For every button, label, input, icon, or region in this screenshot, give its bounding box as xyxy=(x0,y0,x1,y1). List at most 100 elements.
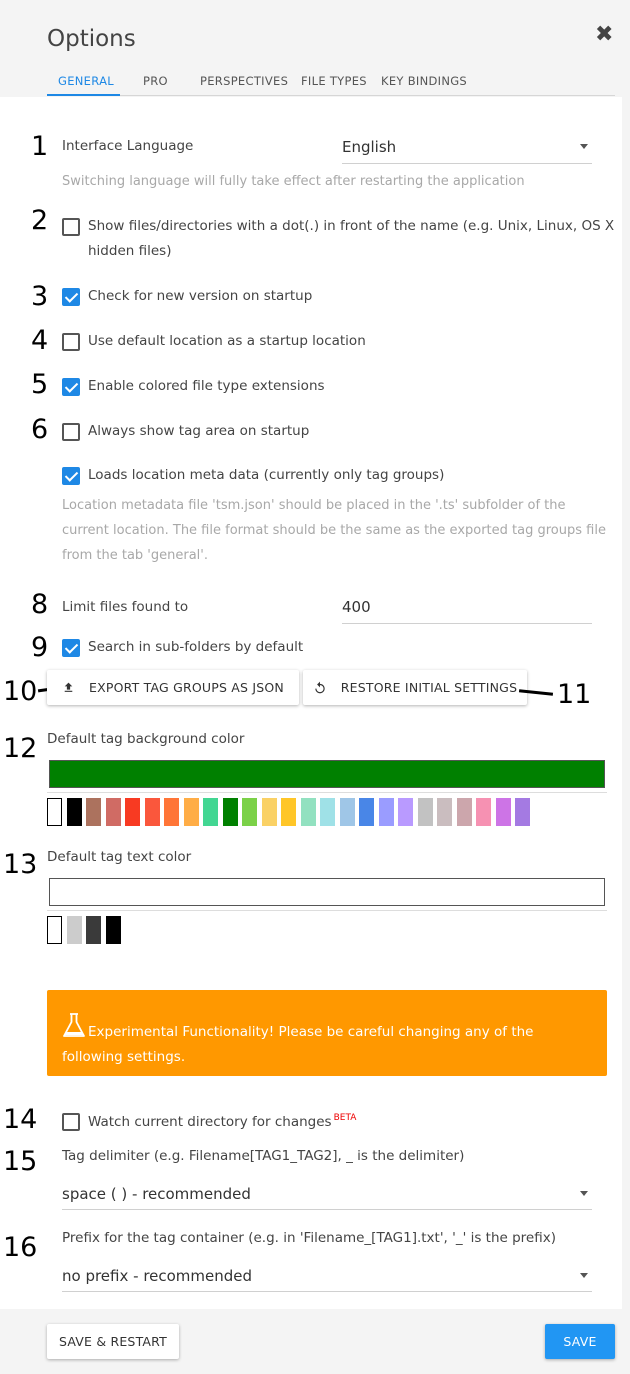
dropdown-arrow-icon xyxy=(580,1273,588,1278)
limit-files-label: Limit files found to xyxy=(62,599,189,615)
tag-bg-color-label: Default tag background color xyxy=(47,731,245,747)
check-version-checkbox[interactable] xyxy=(62,288,80,306)
colored-ext-label: Enable colored file type extensions xyxy=(88,378,325,394)
annotation-number: 8 xyxy=(31,589,49,620)
color-swatch[interactable] xyxy=(47,916,62,944)
annotation-number: 15 xyxy=(3,1146,38,1177)
tab-file-types[interactable]: FILE TYPES xyxy=(301,74,367,88)
export-button-label: EXPORT TAG GROUPS AS JSON xyxy=(89,680,284,695)
annotation-number: 4 xyxy=(31,325,49,356)
dialog-header: Options ✖ GENERAL PRO PERSPECTIVES FILE … xyxy=(0,0,630,97)
language-value: English xyxy=(342,138,397,156)
show-hidden-label: Show files/directories with a dot(.) in … xyxy=(88,218,615,234)
color-swatch[interactable] xyxy=(66,798,82,826)
color-swatch[interactable] xyxy=(203,798,218,826)
divider xyxy=(47,792,607,793)
color-swatch[interactable] xyxy=(300,798,316,826)
color-swatch[interactable] xyxy=(47,798,62,826)
tag-delimiter-select[interactable]: space ( ) - recommended xyxy=(62,1179,592,1210)
tag-text-swatches xyxy=(47,916,147,944)
color-swatch[interactable] xyxy=(86,798,101,826)
dropdown-arrow-icon xyxy=(580,1191,588,1196)
active-tab-indicator xyxy=(47,94,120,96)
color-swatch[interactable] xyxy=(515,798,530,826)
color-swatch[interactable] xyxy=(437,798,452,826)
location-meta-checkbox[interactable] xyxy=(62,467,80,485)
annotation-number: 10 xyxy=(3,676,38,707)
color-swatch[interactable] xyxy=(339,798,355,826)
location-meta-label: Loads location meta data (currently only… xyxy=(88,467,445,483)
limit-files-field[interactable] xyxy=(342,594,592,616)
annotation-number: 1 xyxy=(31,131,49,162)
watch-dir-label: Watch current directory for changes BETA xyxy=(88,1113,356,1130)
colored-ext-checkbox[interactable] xyxy=(62,378,80,396)
prefix-value: no prefix - recommended xyxy=(62,1267,253,1285)
restore-settings-button[interactable]: RESTORE INITIAL SETTINGS xyxy=(303,670,527,705)
show-hidden-checkbox[interactable] xyxy=(62,218,80,236)
color-swatch[interactable] xyxy=(66,916,82,944)
tag-area-checkbox[interactable] xyxy=(62,423,80,441)
color-swatch[interactable] xyxy=(476,798,491,826)
annotation-number: 16 xyxy=(3,1232,38,1263)
check-version-label: Check for new version on startup xyxy=(88,288,313,304)
beta-badge: BETA xyxy=(333,1113,357,1123)
settings-content[interactable]: 1 Interface Language English Switching l… xyxy=(0,97,622,1309)
color-swatch[interactable] xyxy=(359,798,374,826)
prefix-label: Prefix for the tag container (e.g. in 'F… xyxy=(62,1230,556,1246)
tag-area-label: Always show tag area on startup xyxy=(88,423,310,439)
color-swatch[interactable] xyxy=(144,798,160,826)
warning-text: Experimental Functionality! Please be ca… xyxy=(62,1013,597,1070)
color-swatch[interactable] xyxy=(495,798,511,826)
tab-general[interactable]: GENERAL xyxy=(58,74,114,88)
tab-perspectives[interactable]: PERSPECTIVES xyxy=(200,74,288,88)
save-button[interactable]: SAVE xyxy=(545,1324,615,1359)
tag-bg-color-preview[interactable] xyxy=(49,760,605,788)
language-select[interactable]: English xyxy=(342,132,592,164)
color-swatch[interactable] xyxy=(222,798,238,826)
default-location-checkbox[interactable] xyxy=(62,333,80,351)
restore-button-label: RESTORE INITIAL SETTINGS xyxy=(340,680,518,695)
annotation-number: 2 xyxy=(31,205,49,236)
default-location-label: Use default location as a startup locati… xyxy=(88,333,366,349)
location-meta-help: Location metadata file 'tsm.json' should… xyxy=(62,498,566,513)
color-swatch[interactable] xyxy=(456,798,472,826)
color-swatch[interactable] xyxy=(86,916,101,944)
tag-delimiter-label: Tag delimiter (e.g. Filename[TAG1_TAG2],… xyxy=(62,1148,465,1164)
limit-files-input[interactable] xyxy=(342,594,592,624)
close-icon[interactable]: ✖ xyxy=(595,22,613,47)
annotation-number: 9 xyxy=(31,632,49,663)
color-swatch[interactable] xyxy=(105,798,121,826)
tab-bar: GENERAL PRO PERSPECTIVES FILE TYPES KEY … xyxy=(47,66,615,96)
divider xyxy=(47,910,607,911)
color-swatch[interactable] xyxy=(378,798,394,826)
color-swatch[interactable] xyxy=(320,798,335,826)
annotation-number: 13 xyxy=(3,849,38,880)
dropdown-arrow-icon xyxy=(580,144,588,149)
annotation-number: 12 xyxy=(3,733,38,764)
annotation-number: 11 xyxy=(557,679,592,710)
color-swatch[interactable] xyxy=(281,798,296,826)
color-swatch[interactable] xyxy=(183,798,199,826)
watch-dir-checkbox[interactable] xyxy=(62,1113,80,1131)
language-label: Interface Language xyxy=(62,138,194,154)
color-swatch[interactable] xyxy=(125,798,140,826)
tab-pro[interactable]: PRO xyxy=(143,74,168,88)
color-swatch[interactable] xyxy=(261,798,277,826)
annotation-number: 5 xyxy=(31,369,49,400)
save-restart-button[interactable]: SAVE & RESTART xyxy=(47,1324,179,1359)
search-subfolders-checkbox[interactable] xyxy=(62,639,80,657)
color-swatch[interactable] xyxy=(417,798,433,826)
color-swatch[interactable] xyxy=(242,798,257,826)
prefix-select[interactable]: no prefix - recommended xyxy=(62,1261,592,1292)
restore-icon xyxy=(315,681,325,693)
color-swatch[interactable] xyxy=(164,798,179,826)
tag-text-color-preview[interactable] xyxy=(49,878,605,906)
tag-delimiter-value: space ( ) - recommended xyxy=(62,1185,251,1203)
tab-key-bindings[interactable]: KEY BINDINGS xyxy=(381,74,467,88)
export-tag-groups-button[interactable]: EXPORT TAG GROUPS AS JSON xyxy=(47,670,299,705)
dialog-footer: SAVE & RESTART SAVE xyxy=(0,1309,630,1374)
location-meta-help: from the tab 'general'. xyxy=(62,548,208,563)
upload-icon xyxy=(64,682,73,692)
color-swatch[interactable] xyxy=(398,798,413,826)
color-swatch[interactable] xyxy=(105,916,121,944)
